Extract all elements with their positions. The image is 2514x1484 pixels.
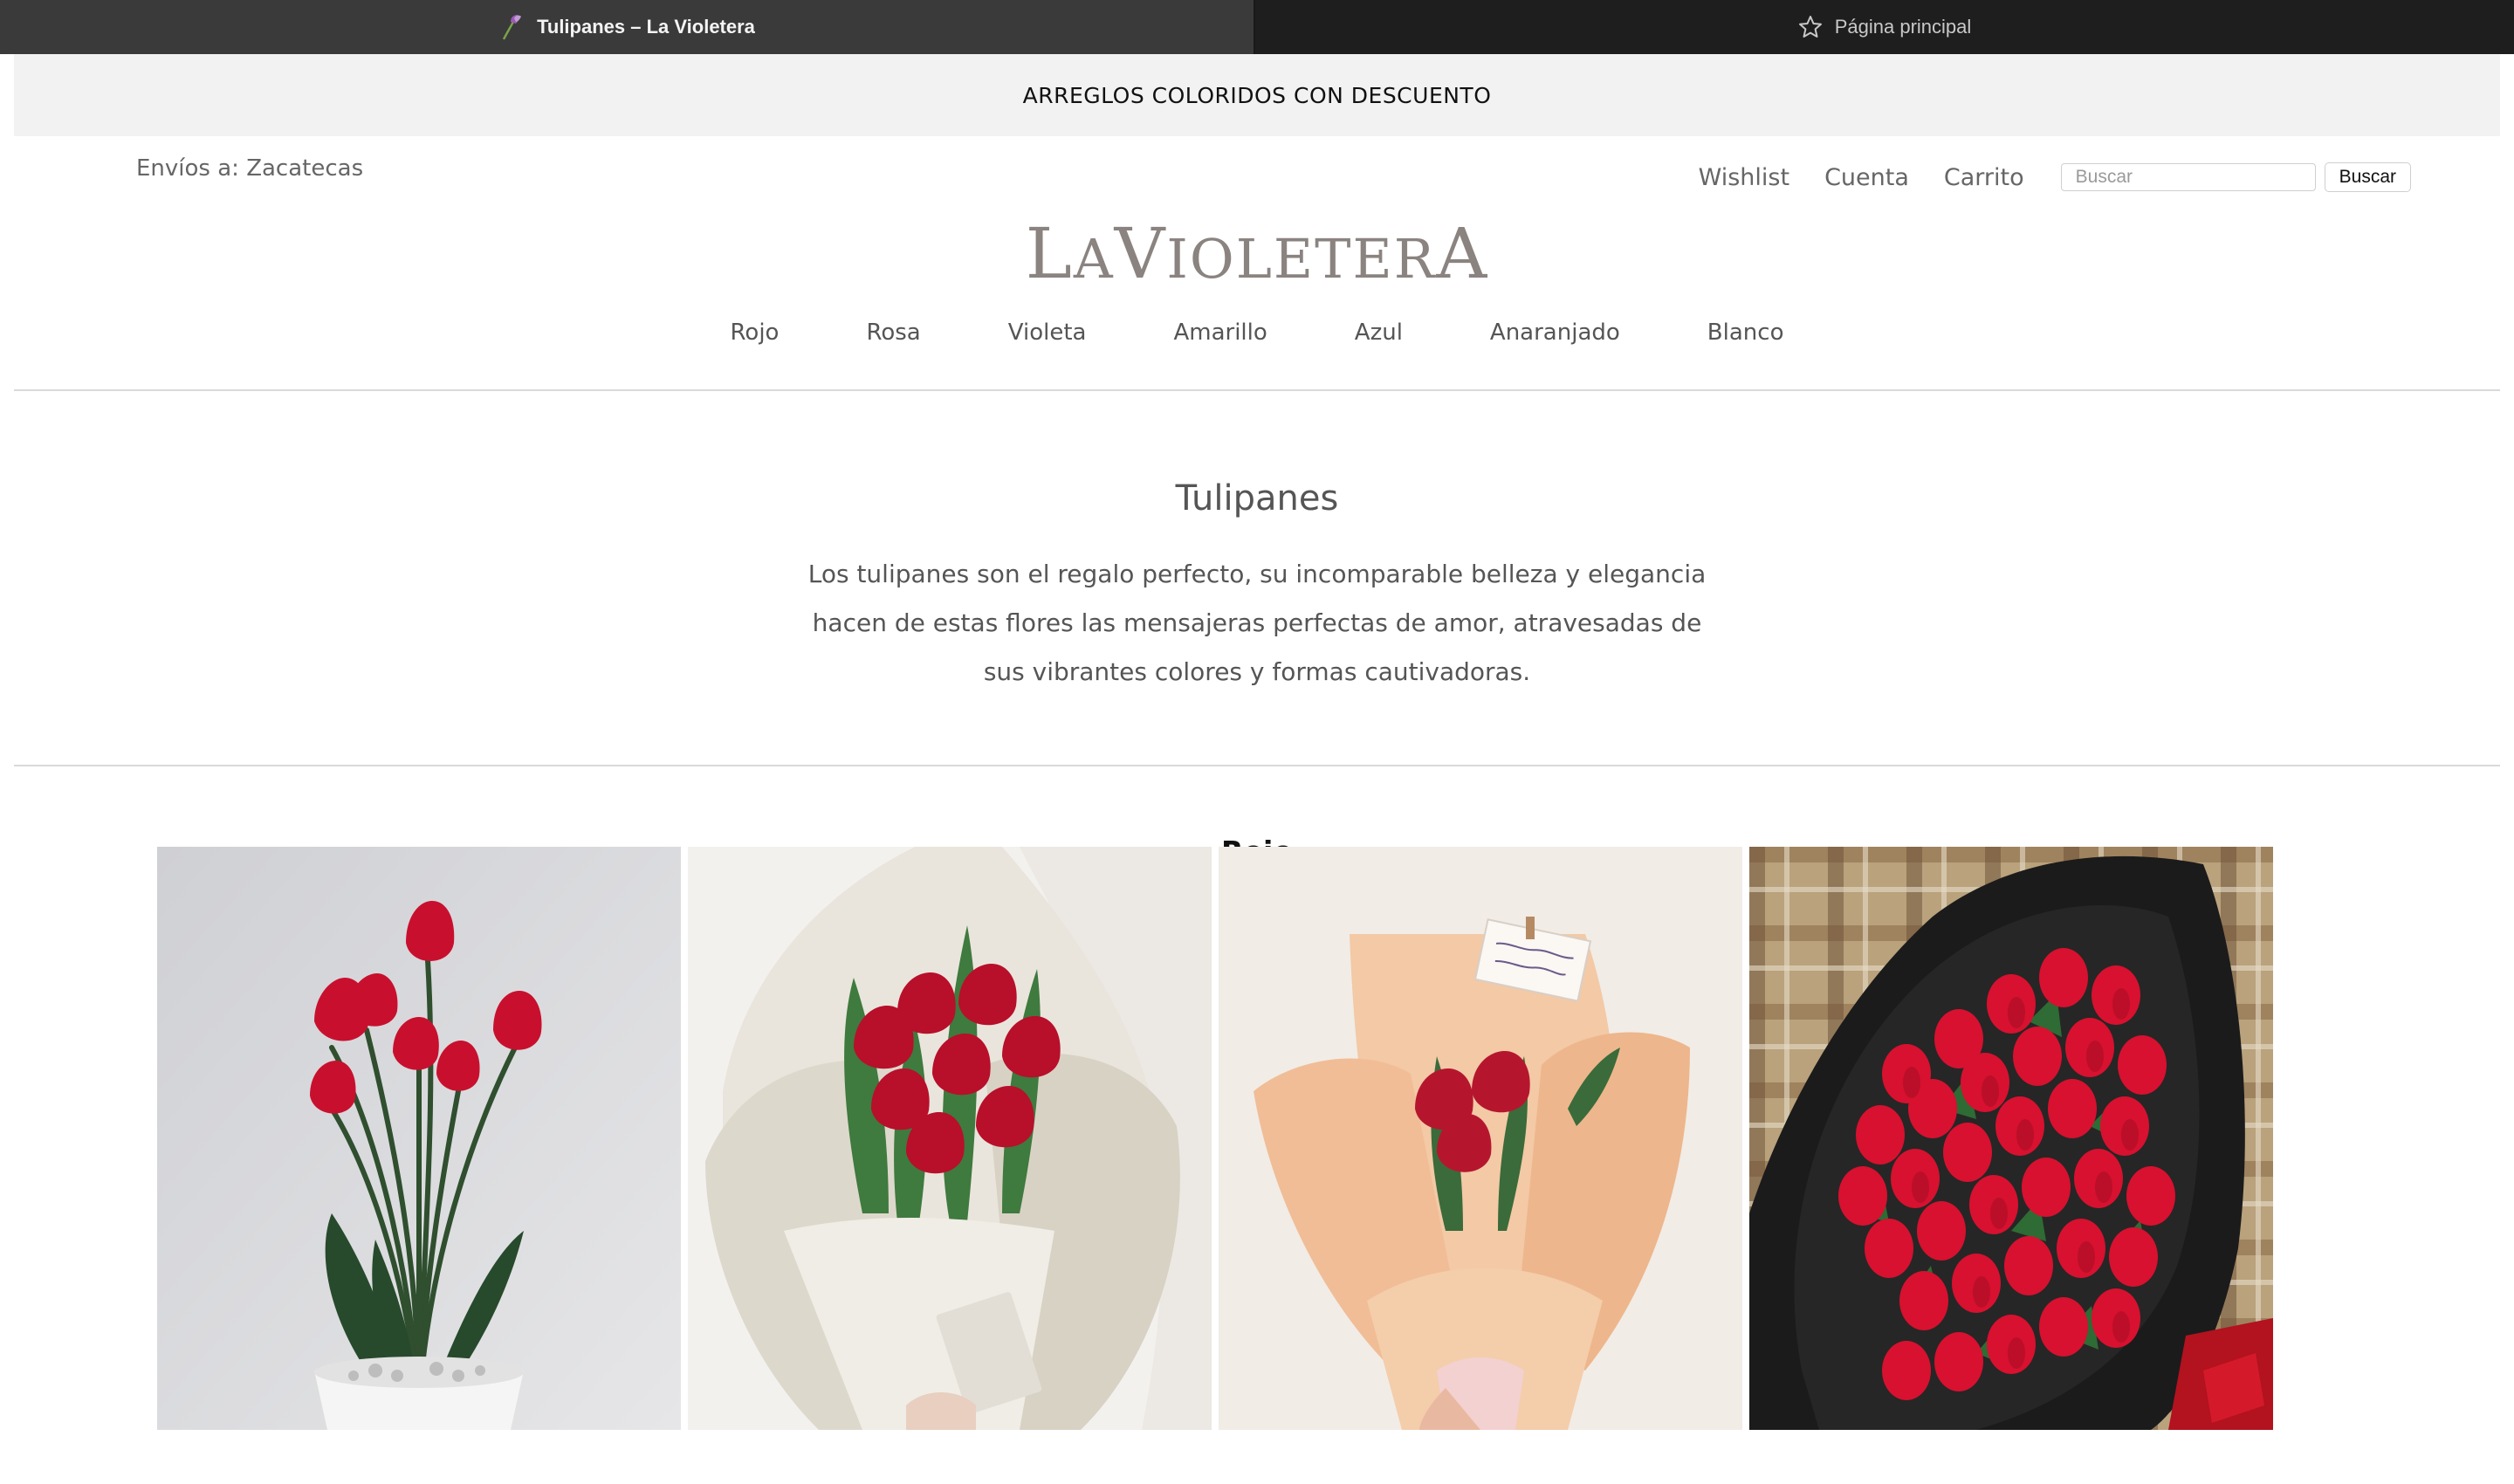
- account-link[interactable]: Cuenta: [1824, 164, 1909, 191]
- browser-tab-bar: Tulipanes – La Violetera Página principa…: [0, 0, 2514, 54]
- product-card[interactable]: [688, 847, 1212, 1430]
- nav-item-rojo[interactable]: Rojo: [731, 319, 780, 346]
- category-intro: Tulipanes Los tulipanes son el regalo pe…: [14, 391, 2500, 766]
- site-logo[interactable]: LAVIOLETERA: [14, 213, 2500, 294]
- search-input[interactable]: [2060, 163, 2316, 191]
- star-icon: [1798, 16, 1822, 38]
- shipping-location[interactable]: Envíos a: Zacatecas: [136, 155, 363, 182]
- product-card[interactable]: [157, 847, 681, 1430]
- product-card[interactable]: [1749, 847, 2273, 1430]
- tulip-favicon-icon: [502, 15, 522, 40]
- nav-item-anaranjado[interactable]: Anaranjado: [1490, 319, 1620, 346]
- tab-pagina-principal[interactable]: Página principal: [1255, 0, 2514, 54]
- tab-tulipanes[interactable]: Tulipanes – La Violetera: [0, 0, 1255, 54]
- product-card[interactable]: [1219, 847, 1742, 1430]
- cart-link[interactable]: Carrito: [1944, 164, 2024, 191]
- announcement-text: ARREGLOS COLORIDOS CON DESCUENTO: [1022, 82, 1492, 108]
- nav-item-rosa[interactable]: Rosa: [866, 319, 920, 346]
- tab-title: Tulipanes – La Violetera: [537, 16, 755, 38]
- product-image-white-bouquet: [688, 847, 1212, 1430]
- nav-item-amarillo[interactable]: Amarillo: [1173, 319, 1267, 346]
- product-grid: [157, 847, 2273, 1430]
- product-image-peach-bouquet: [1219, 847, 1742, 1430]
- product-image-black-bouquet: [1749, 847, 2273, 1430]
- announcement-bar[interactable]: ARREGLOS COLORIDOS CON DESCUENTO: [14, 54, 2500, 136]
- tab-title: Página principal: [1834, 16, 1972, 38]
- search-button[interactable]: Buscar: [2324, 162, 2411, 192]
- page-title: Tulipanes: [1175, 478, 1339, 519]
- color-nav: Rojo Rosa Violeta Amarillo Azul Anaranja…: [14, 319, 2500, 346]
- category-description: Los tulipanes son el regalo perfecto, su…: [807, 560, 1707, 686]
- wishlist-link[interactable]: Wishlist: [1699, 164, 1789, 191]
- site-header: Envíos a: Zacatecas Wishlist Cuenta Carr…: [14, 136, 2500, 391]
- nav-item-violeta[interactable]: Violeta: [1008, 319, 1087, 346]
- utility-links: Wishlist Cuenta Carrito Buscar: [1699, 162, 2411, 192]
- product-image-potted-tulips: [157, 847, 681, 1430]
- nav-item-azul[interactable]: Azul: [1355, 319, 1403, 346]
- nav-item-blanco[interactable]: Blanco: [1707, 319, 1784, 346]
